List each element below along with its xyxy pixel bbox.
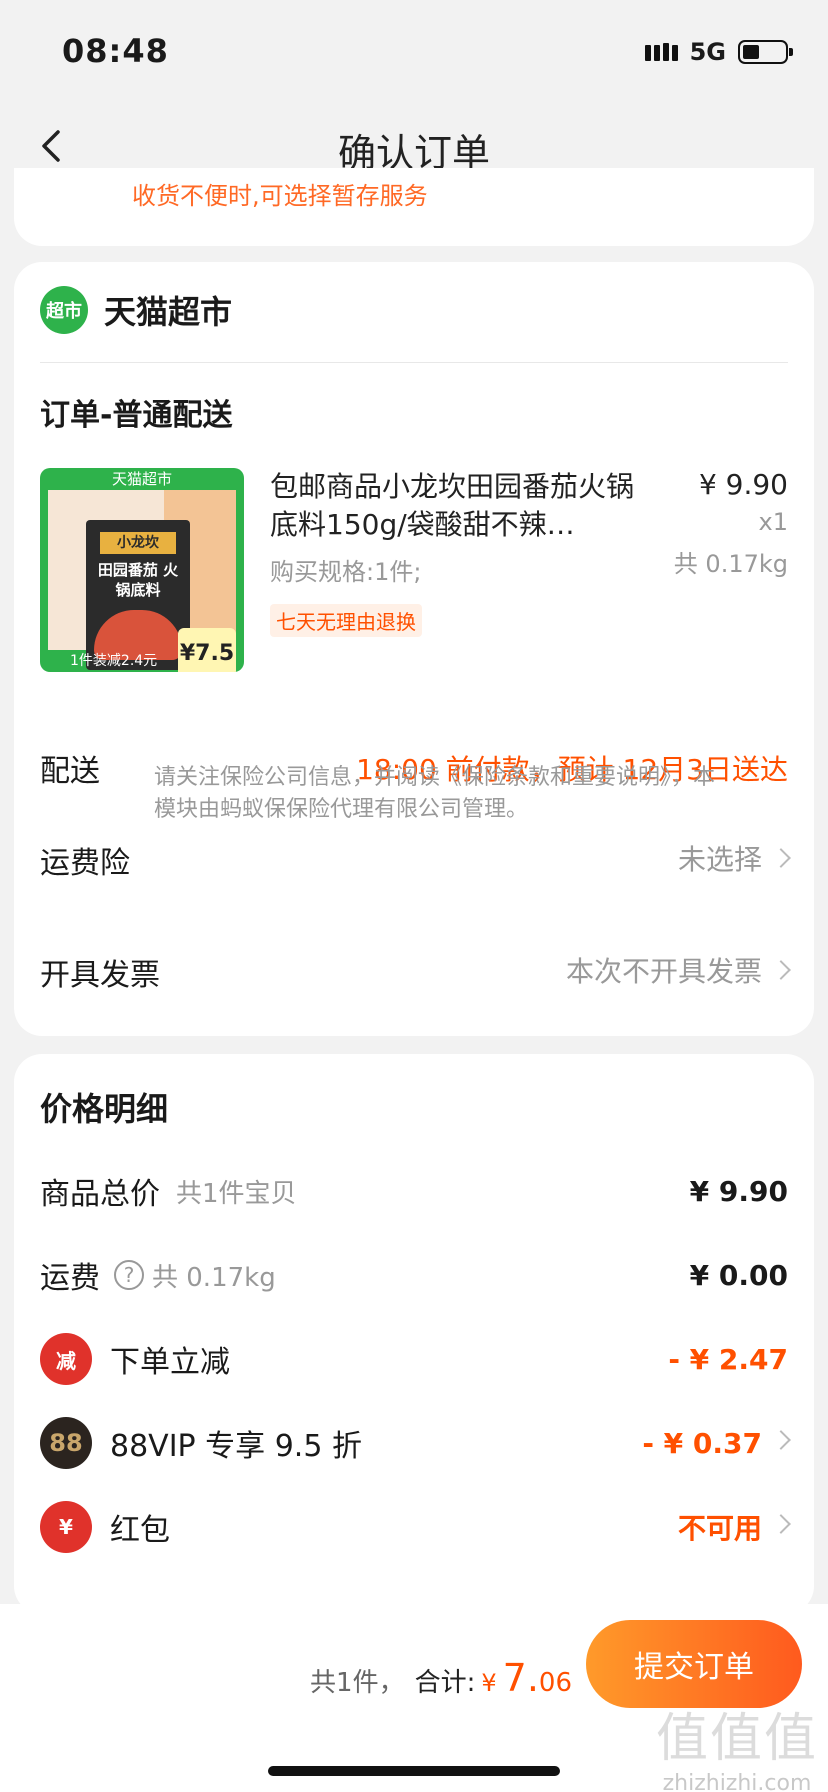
help-icon[interactable]: ? — [114, 1260, 144, 1290]
redpacket-label: 红包 — [110, 1513, 170, 1548]
discount-icon: 减 — [40, 1333, 92, 1385]
watermark-url: zhizhizhi.com — [662, 1771, 812, 1792]
return-policy-badge: 七天无理由退换 — [270, 604, 422, 637]
checkout-bar: 共1件， 合计: ¥ 7. 06 提交订单 值值值 zhizhizhi.com — [0, 1604, 828, 1792]
insurance-selector[interactable]: 未选择 — [677, 838, 791, 878]
battery-icon — [738, 40, 793, 64]
watermark-logo: 值值值 — [655, 1709, 818, 1769]
insurance-label: 运费险 — [40, 846, 130, 881]
goods-count: 共1件宝贝 — [176, 1178, 297, 1209]
product-spec: 购买规格:1件; — [270, 558, 422, 586]
product-image-top-text: 天猫超市 — [111, 470, 172, 488]
product-image[interactable]: 天猫超市 小龙坎 田园番茄 火锅底料 1件装减2.4元 ¥7.5 — [40, 468, 244, 672]
item-count: 共1件， — [310, 1668, 405, 1698]
shipping-weight: 共 0.17kg — [152, 1262, 276, 1293]
price-detail-card: 价格明细 商品总价 共1件宝贝 ¥ 9.90 运费 ? 共 0.17kg ¥ 0… — [14, 1054, 814, 1614]
watermark: 值值值 zhizhizhi.com — [656, 1696, 818, 1792]
redpacket-value: 不可用 — [677, 1512, 762, 1545]
shop-name: 天猫超市 — [104, 293, 233, 331]
shipping-row: 运费 ? 共 0.17kg ¥ 0.00 — [40, 1250, 788, 1300]
product-quantity: x1 — [758, 508, 788, 536]
chevron-right-icon — [771, 1430, 791, 1450]
divider — [40, 362, 788, 363]
product-image-price: ¥7.5 — [178, 628, 236, 672]
order-section-label: 订单-普通配送 — [40, 398, 233, 433]
status-time: 08:48 — [62, 32, 169, 70]
submit-order-button[interactable]: 提交订单 — [586, 1620, 802, 1708]
delivery-label: 配送 — [40, 754, 100, 789]
product-brand: 小龙坎 — [100, 532, 176, 554]
order-summary: 共1件， 合计: ¥ 7. 06 — [310, 1656, 572, 1700]
discount-row: 减 下单立减 - ¥ 2.47 — [40, 1333, 788, 1385]
discount-value: - ¥ 2.47 — [668, 1342, 788, 1376]
product-package: 小龙坎 田园番茄 火锅底料 — [86, 520, 190, 670]
home-indicator — [268, 1766, 560, 1776]
discount-label: 下单立减 — [110, 1345, 230, 1380]
goods-total-value: ¥ 9.90 — [689, 1174, 788, 1208]
goods-total-row: 商品总价 共1件宝贝 ¥ 9.90 — [40, 1166, 788, 1216]
vip-value: - ¥ 0.37 — [642, 1426, 762, 1460]
invoice-value: 本次不开具发票 — [565, 955, 762, 988]
chevron-right-icon — [771, 1514, 791, 1534]
shop-logo-icon: 超市 — [40, 286, 88, 334]
invoice-label: 开具发票 — [40, 958, 160, 993]
total-amount-integer: 7. — [502, 1656, 539, 1700]
shipping-label: 运费 — [40, 1261, 100, 1296]
shipping-value: ¥ 0.00 — [689, 1258, 788, 1292]
product-price: ¥ 9.90 — [698, 468, 788, 501]
insurance-note: 请关注保险公司信息，并阅读《保险条款和重要说明》，本模块由蚂蚁保保险代理有限公司… — [154, 765, 716, 822]
signal-icon — [644, 43, 678, 61]
vip-88-icon: 88 — [40, 1417, 92, 1469]
status-indicators: 5G — [644, 38, 793, 66]
vip-label: 88VIP 专享 9.5 折 — [110, 1429, 362, 1464]
goods-total-label: 商品总价 — [40, 1177, 160, 1212]
red-packet-icon: ¥ — [40, 1501, 92, 1553]
chevron-right-icon — [771, 960, 791, 980]
product-title[interactable]: 包邮商品小龙坎田园番茄火锅底料150g/袋酸甜不辣… — [270, 468, 640, 544]
storage-service-text: 收货不便时,可选择暂存服务 — [132, 182, 428, 210]
total-label: 合计: — [414, 1668, 476, 1698]
insurance-value: 未选择 — [677, 843, 762, 876]
chevron-right-icon — [771, 848, 791, 868]
total-amount-decimal: 06 — [538, 1668, 572, 1698]
price-detail-title: 价格明细 — [40, 1090, 169, 1128]
product-image-name: 田园番茄 火锅底料 — [97, 561, 179, 599]
address-card[interactable]: 收货不便时,可选择暂存服务 — [14, 168, 814, 246]
network-label: 5G — [689, 38, 726, 66]
order-card: 超市 天猫超市 订单-普通配送 天猫超市 小龙坎 田园番茄 火锅底料 1件装减2… — [14, 262, 814, 1036]
status-bar: 08:48 5G — [0, 0, 828, 100]
currency-symbol: ¥ — [481, 1669, 497, 1697]
product-weight: 共 0.17kg — [673, 550, 788, 578]
redpacket-row[interactable]: ¥ 红包 不可用 — [40, 1501, 791, 1553]
invoice-selector[interactable]: 本次不开具发票 — [565, 950, 791, 990]
shop-header[interactable]: 超市 天猫超市 — [40, 286, 232, 334]
vip-row[interactable]: 88 88VIP 专享 9.5 折 - ¥ 0.37 — [40, 1417, 791, 1469]
